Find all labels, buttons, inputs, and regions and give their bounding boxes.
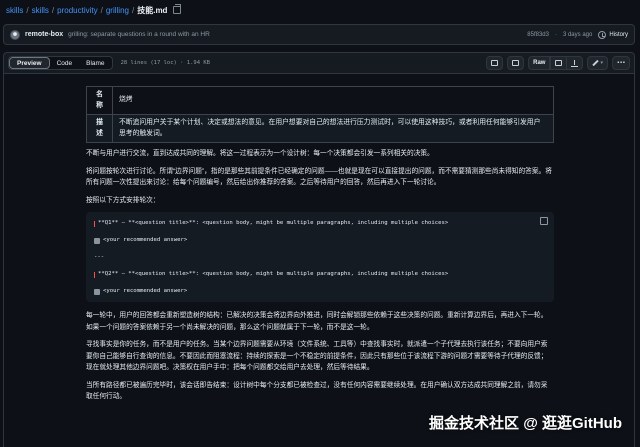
code-q1-text: **Q1** — **<question title>**: <question… [98,220,449,227]
commit-message[interactable]: grilling: separate questions in a round … [68,31,210,38]
code-line-q1: **Q1** — **<question title>**: <question… [94,219,546,229]
marker-icon [94,221,95,228]
toolbar-actions: Raw ▾ ⋯ [486,56,630,70]
history-button[interactable]: History [598,30,628,39]
copy-raw-button[interactable] [550,56,568,70]
history-label: History [609,31,628,38]
download-button[interactable] [567,56,584,70]
file-toolbar: Preview Code Blame 28 lines (17 loc) · 1… [3,52,635,74]
chevron-down-icon: ▾ [600,60,603,66]
frontmatter-table: 名称 烧烤 描述 不断追问用户关于某个计划、决定或想法的意见。在用户想要对自己的… [86,85,554,144]
table-header-key: 名称 [86,85,113,116]
more-options-button[interactable]: ⋯ [612,56,630,70]
breadcrumb-separator: / [131,5,135,15]
paragraph-format-lead: 按照以下方式安排轮次： [86,196,160,204]
code-line-a2: <your recommended answer> [94,287,546,297]
table-header-value: 烧烤 [112,85,554,116]
markdown-body: 名称 烧烤 描述 不断追问用户关于某个计划、决定或想法的意见。在用户想要对自己的… [86,85,554,409]
paragraph-intro: 不断与用户进行交流，直到达成共同的理解。将这一过程表示为一个设计树：每一个决策都… [86,150,434,158]
paragraph-session-end: 当所有路径都已被遍历完毕时，该会话即告结束：设计树中每个分支都已被检查过，没有任… [86,381,548,401]
file-info: 28 lines (17 loc) · 1.94 KB [120,60,210,66]
kebab-icon: ⋯ [617,58,625,67]
download-icon [571,59,579,67]
code-q2-text: **Q2** — **<question title>**: <question… [98,271,449,278]
code-line-q2: **Q2** — **<question title>**: <question… [94,270,546,280]
edit-button[interactable]: ▾ [587,56,608,70]
breadcrumb-item-grilling[interactable]: grilling [106,6,129,15]
tab-preview[interactable]: Preview [9,57,50,69]
answer-icon [94,289,100,296]
raw-copy-download-group: Raw [528,56,584,70]
symbols-icon [512,60,520,66]
code-line-divider: --- [94,254,105,261]
breadcrumb-item-skills[interactable]: skills [32,6,49,15]
code-a2-text: <your recommended answer> [103,288,188,295]
avatar[interactable] [10,29,20,40]
breadcrumb-current-file: 技能.md [137,5,168,15]
copy-code-icon[interactable] [540,217,548,226]
paragraph-rounds: 将问题按轮次进行讨论。所谓“边界问题”，指的是那些其前提条件已经确定的问题——也… [86,167,552,187]
latest-commit-bar: remote-box grilling: separate questions … [3,24,635,45]
commit-meta: 85f83d3 · 3 days ago History [527,30,628,39]
code-line-a1: <your recommended answer> [94,236,546,246]
breadcrumb-item-skills-root[interactable]: skills [6,6,23,15]
watermark-text: 掘金技术社区 @ 逛逛GitHub [429,415,622,432]
breadcrumb-separator: / [51,5,55,15]
breadcrumb-item-productivity[interactable]: productivity [57,6,97,15]
commit-sha[interactable]: 85f83d3 [527,32,549,38]
tab-code[interactable]: Code [50,57,80,69]
symbols-button[interactable] [507,56,525,70]
copilot-button[interactable] [486,56,504,70]
view-mode-tabs: Preview Code Blame [8,56,113,70]
marker-icon [94,272,95,279]
code-block: **Q1** — **<question title>**: <question… [86,212,554,303]
breadcrumb-separator: / [26,5,29,15]
breadcrumb: skills / skills / productivity / grillin… [6,4,182,16]
table-row-key: 描述 [86,114,113,144]
raw-button[interactable]: Raw [528,56,551,70]
tab-blame[interactable]: Blame [79,57,111,69]
answer-icon [94,238,100,245]
copy-icon [555,60,563,66]
history-icon [598,30,607,39]
code-a1-text: <your recommended answer> [103,237,188,244]
watermark: 掘金技术社区 @ 逛逛GitHub [429,412,622,433]
copy-path-icon[interactable] [173,4,182,14]
pencil-icon [592,59,600,67]
meta-separator: · [554,31,557,38]
table-row-value: 不断追问用户关于某个计划、决定或想法的意见。在用户想要对自己的想法进行压力测试时… [112,114,554,144]
commit-age: 3 days ago [562,31,593,38]
breadcrumb-separator: / [100,5,103,15]
paragraph-tree-reshape: 每一轮中，用户的回答都会重新塑造树的结构：已解决的决策会将边界向外推进，同时会解… [86,312,548,331]
commit-author[interactable]: remote-box [25,31,63,38]
paragraph-fact-finding: 寻找事实是你的任务，而不是用户的任务。当某个边界问题需要从环境（文件系统、工具等… [86,341,548,372]
copilot-icon [491,60,499,66]
